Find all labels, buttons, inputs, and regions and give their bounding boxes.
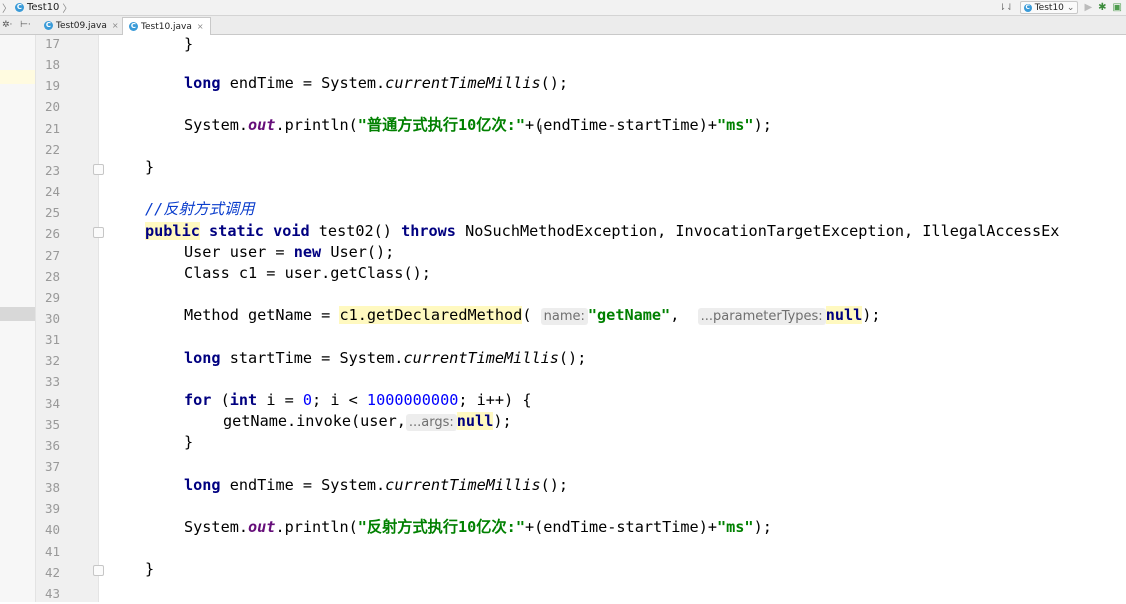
line-highlight-marker: [0, 70, 35, 84]
line-number: 41: [44, 543, 60, 559]
code-line-30: Method getName = c1.getDeclaredMethod( n…: [184, 306, 881, 325]
parameter-hint: ...parameterTypes:: [697, 308, 826, 325]
navigation-bar: 〉 C Test10 〉 ⇂⇃ C Test10 ⌄ ▶ ✱ ▣: [0, 0, 1126, 16]
line-number: 26: [44, 226, 60, 242]
code-line-34: for (int i = 0; i < 1000000000; i++) {: [184, 391, 532, 409]
class-icon: C: [15, 3, 24, 12]
code-line-38: long endTime = System.currentTimeMillis(…: [184, 476, 569, 494]
editor-tab-bar: ✲· ⊢· C Test09.java × C Test10.java ×: [0, 16, 1126, 35]
line-number: 31: [44, 332, 60, 348]
line-number: 27: [44, 247, 60, 263]
selection-marker: [0, 307, 35, 321]
class-icon: C: [44, 21, 53, 30]
code-line-32: long startTime = System.currentTimeMilli…: [184, 349, 587, 367]
tab-label: Test10.java: [141, 21, 192, 32]
debug-icon[interactable]: ✱: [1098, 2, 1106, 13]
class-icon: C: [1023, 3, 1032, 12]
code-line-35: getName.invoke(user, ...args: null);: [223, 412, 512, 431]
code-line-28: Class c1 = user.getClass();: [184, 264, 431, 282]
breadcrumb-label: Test10: [27, 2, 60, 13]
parameter-hint: name:: [540, 308, 588, 325]
line-number: 28: [44, 268, 60, 284]
code-line-40: System.out.println("反射方式执行10亿次:"+(endTim…: [184, 518, 772, 536]
line-number: 32: [44, 353, 60, 369]
chevron-down-icon: ⌄: [1066, 2, 1075, 13]
close-icon[interactable]: ×: [112, 21, 119, 30]
code-editor[interactable]: } long endTime = System.currentTimeMilli…: [99, 35, 1126, 602]
line-number: 29: [44, 289, 60, 305]
line-number: 33: [44, 374, 60, 390]
code-line-19: long endTime = System.currentTimeMillis(…: [184, 74, 569, 92]
tab-test10[interactable]: C Test10.java ×: [122, 17, 211, 35]
close-icon[interactable]: ×: [197, 22, 204, 31]
line-number: 35: [44, 416, 60, 432]
run-configuration-selector[interactable]: C Test10 ⌄: [1019, 1, 1079, 14]
code-line-36: }: [184, 433, 194, 451]
coverage-icon[interactable]: ▣: [1113, 2, 1122, 13]
class-icon: C: [129, 22, 138, 31]
run-configuration-label: Test10: [1034, 2, 1064, 13]
line-number: 24: [44, 184, 60, 200]
line-number: 36: [44, 437, 60, 453]
sort-icon[interactable]: ⇂⇃: [999, 3, 1014, 13]
tab-label: Test09.java: [56, 20, 107, 31]
code-line-23: }: [145, 158, 155, 176]
line-number: 34: [44, 395, 60, 411]
settings-icon[interactable]: ✲·: [2, 16, 12, 34]
line-number: 20: [44, 99, 60, 115]
line-number: 21: [44, 120, 60, 136]
code-line-17: }: [184, 35, 194, 53]
code-line-27: User user = new User();: [184, 243, 395, 261]
line-number: 18: [44, 57, 60, 73]
chevron-right-icon: 〉: [2, 4, 12, 15]
line-number: 19: [44, 78, 60, 94]
code-line-26: public static void test02() throws NoSuc…: [145, 222, 1060, 240]
line-number: 39: [44, 501, 60, 517]
line-number: 38: [44, 480, 60, 496]
run-icon[interactable]: ▶: [1084, 2, 1092, 13]
left-tool-strip: [0, 35, 36, 602]
line-number: 22: [44, 141, 60, 157]
line-number: 25: [44, 205, 60, 221]
line-number: 30: [44, 310, 60, 326]
code-line-42: }: [145, 560, 155, 578]
tab-test09[interactable]: C Test09.java ×: [38, 17, 125, 34]
line-number: 43: [44, 585, 60, 601]
line-number: 37: [44, 459, 60, 474]
line-number: 40: [44, 522, 60, 538]
parameter-hint: ...args:: [405, 414, 457, 431]
line-number: 42: [44, 564, 60, 580]
hide-panel-icon[interactable]: ⊢·: [20, 16, 31, 34]
line-number: 23: [44, 162, 60, 178]
breadcrumb[interactable]: 〉 C Test10 〉: [2, 0, 72, 15]
text-cursor-icon: I: [539, 123, 543, 137]
line-number: 17: [44, 36, 60, 51]
code-line-25: //反射方式调用: [145, 200, 255, 218]
toolbar-right: ⇂⇃ C Test10 ⌄ ▶ ✱ ▣: [999, 0, 1122, 15]
code-line-21: System.out.println("普通方式执行10亿次:"+(endTim…: [184, 116, 772, 134]
chevron-right-icon: 〉: [62, 4, 73, 15]
